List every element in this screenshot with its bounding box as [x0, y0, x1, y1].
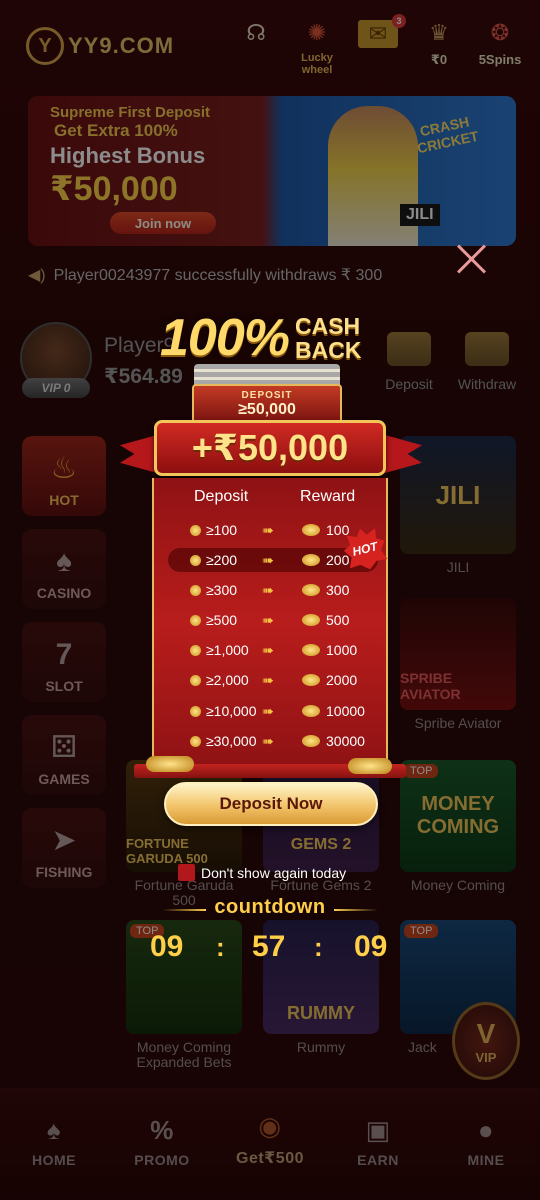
- bonus-amount-plate: +₹50,000: [154, 420, 386, 476]
- coin-bag-icon: [302, 674, 320, 686]
- coin-icon: [190, 614, 201, 626]
- reward-row: ≥10,000 ➠ 10000: [154, 699, 390, 723]
- coin-bag-icon: [302, 705, 320, 717]
- gold-coins-decoration: [146, 756, 194, 772]
- deposit-threshold-plate: DEPOSIT ≥50,000: [192, 384, 342, 424]
- countdown-separator: :: [314, 932, 323, 962]
- close-icon[interactable]: [452, 240, 490, 278]
- arrow-icon: ➠: [262, 522, 274, 538]
- coin-bag-icon: [302, 735, 320, 747]
- coin-bag-icon: [302, 524, 320, 536]
- countdown-minutes: 57: [252, 930, 286, 963]
- coin-icon: [190, 524, 201, 536]
- dont-show-checkbox[interactable]: [178, 864, 195, 881]
- deposit-now-button[interactable]: Deposit Now: [164, 782, 378, 826]
- dont-show-again[interactable]: Don't show again today: [178, 864, 346, 881]
- coin-icon: [190, 735, 201, 747]
- arrow-icon: ➠: [262, 672, 274, 688]
- countdown-separator: :: [216, 932, 225, 962]
- coin-icon: [190, 674, 201, 686]
- arrow-icon: ➠: [262, 703, 274, 719]
- dont-show-label: Don't show again today: [201, 864, 347, 881]
- reward-row: ≥500 ➠ 500: [154, 608, 390, 632]
- arrow-icon: ➠: [262, 642, 274, 658]
- countdown-label: countdown: [214, 896, 326, 918]
- coin-bag-icon: [302, 584, 320, 596]
- coin-bag-icon: [302, 614, 320, 626]
- arrow-icon: ➠: [262, 552, 274, 568]
- arrow-icon: ➠: [262, 582, 274, 598]
- gold-coins-decoration: [348, 758, 392, 774]
- column-header-reward: Reward: [300, 488, 356, 505]
- coin-bag-icon: [302, 644, 320, 656]
- column-header-deposit: Deposit: [194, 488, 249, 505]
- coin-bag-icon: [302, 554, 320, 566]
- countdown-seconds: 09: [354, 930, 388, 963]
- coin-icon: [190, 705, 201, 717]
- coin-icon: [190, 584, 201, 596]
- coin-icon: [190, 554, 201, 566]
- arrow-icon: ➠: [262, 733, 274, 749]
- bonus-amount: +₹50,000: [191, 427, 349, 468]
- reward-table: Deposit Reward ≥100 ➠ 100 ≥200 ➠ 200 ≥30…: [152, 478, 388, 768]
- countdown-hours: 09: [150, 930, 184, 963]
- reward-row: ≥1,000 ➠ 1000: [154, 638, 390, 662]
- cashback-title: 100% CASH BACK: [160, 309, 362, 367]
- arrow-icon: ➠: [262, 612, 274, 628]
- reward-row: ≥30,000 ➠ 30000: [154, 729, 390, 753]
- reward-row: ≥300 ➠ 300: [154, 578, 390, 602]
- coin-icon: [190, 644, 201, 656]
- reward-row: ≥2,000 ➠ 2000: [154, 668, 390, 692]
